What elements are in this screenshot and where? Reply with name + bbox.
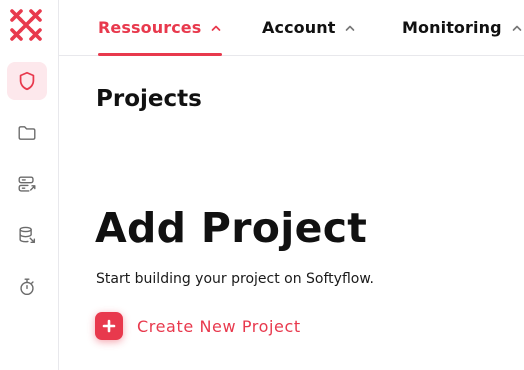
sidebar (0, 0, 59, 370)
sidebar-item-timers[interactable] (7, 268, 47, 306)
tab-account[interactable]: Account (262, 0, 356, 55)
shield-icon (19, 71, 35, 91)
app-logo[interactable] (8, 7, 44, 43)
sidebar-item-resources[interactable] (7, 62, 47, 100)
page-title: Projects (96, 86, 202, 112)
tab-label: Monitoring (402, 18, 502, 37)
chevron-up-icon (344, 22, 356, 34)
add-project-subtitle: Start building your project on Softyflow… (96, 271, 374, 287)
database-link-icon (19, 226, 36, 244)
active-tab-indicator (98, 53, 223, 56)
sidebar-item-databases[interactable] (7, 216, 47, 254)
chevron-up-icon (210, 22, 222, 34)
stopwatch-icon (20, 278, 34, 296)
tab-label: Ressources (98, 18, 202, 37)
folder-icon (18, 126, 36, 140)
server-share-icon (18, 176, 36, 192)
create-new-project-label: Create New Project (137, 316, 301, 336)
top-navigation: Ressources Account Monitoring (59, 0, 524, 56)
create-new-project-button[interactable]: Create New Project (95, 311, 301, 341)
add-project-heading: Add Project (95, 204, 368, 252)
tab-label: Account (262, 18, 336, 37)
sidebar-item-folders[interactable] (7, 114, 47, 152)
plus-icon (95, 312, 123, 340)
x-logo-icon (10, 9, 42, 41)
tab-monitoring[interactable]: Monitoring (402, 0, 523, 55)
chevron-up-icon (511, 22, 523, 34)
sidebar-item-servers[interactable] (7, 165, 47, 203)
tab-ressources[interactable]: Ressources (98, 0, 223, 56)
